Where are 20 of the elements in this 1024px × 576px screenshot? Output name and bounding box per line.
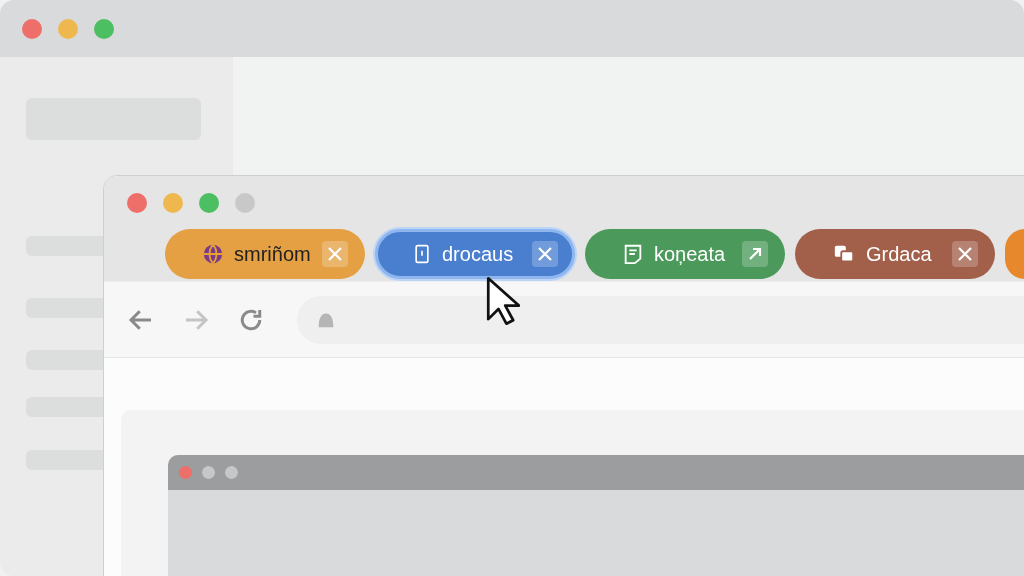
minimize-icon[interactable] xyxy=(58,18,78,39)
close-icon[interactable] xyxy=(22,18,42,39)
maximize-icon[interactable] xyxy=(225,466,238,479)
globe-icon xyxy=(202,243,224,265)
address-field[interactable] xyxy=(297,295,1024,344)
browser-tab[interactable]: Grdaca xyxy=(795,229,995,279)
minimize-icon[interactable] xyxy=(202,466,215,479)
window-dot[interactable] xyxy=(235,193,255,213)
close-icon[interactable] xyxy=(532,241,558,267)
note-icon xyxy=(622,242,644,266)
browser-tab[interactable]: smriñom xyxy=(165,229,365,279)
close-icon[interactable] xyxy=(322,241,348,267)
minimize-icon[interactable] xyxy=(163,193,183,213)
browser-tab[interactable]: koņeata xyxy=(585,229,785,279)
close-icon[interactable] xyxy=(952,241,978,267)
maximize-icon[interactable] xyxy=(94,18,114,39)
document-icon xyxy=(412,243,432,265)
close-icon[interactable] xyxy=(127,193,147,213)
browser-tab[interactable]: drocaus xyxy=(375,229,575,279)
maximize-icon[interactable] xyxy=(199,193,219,213)
